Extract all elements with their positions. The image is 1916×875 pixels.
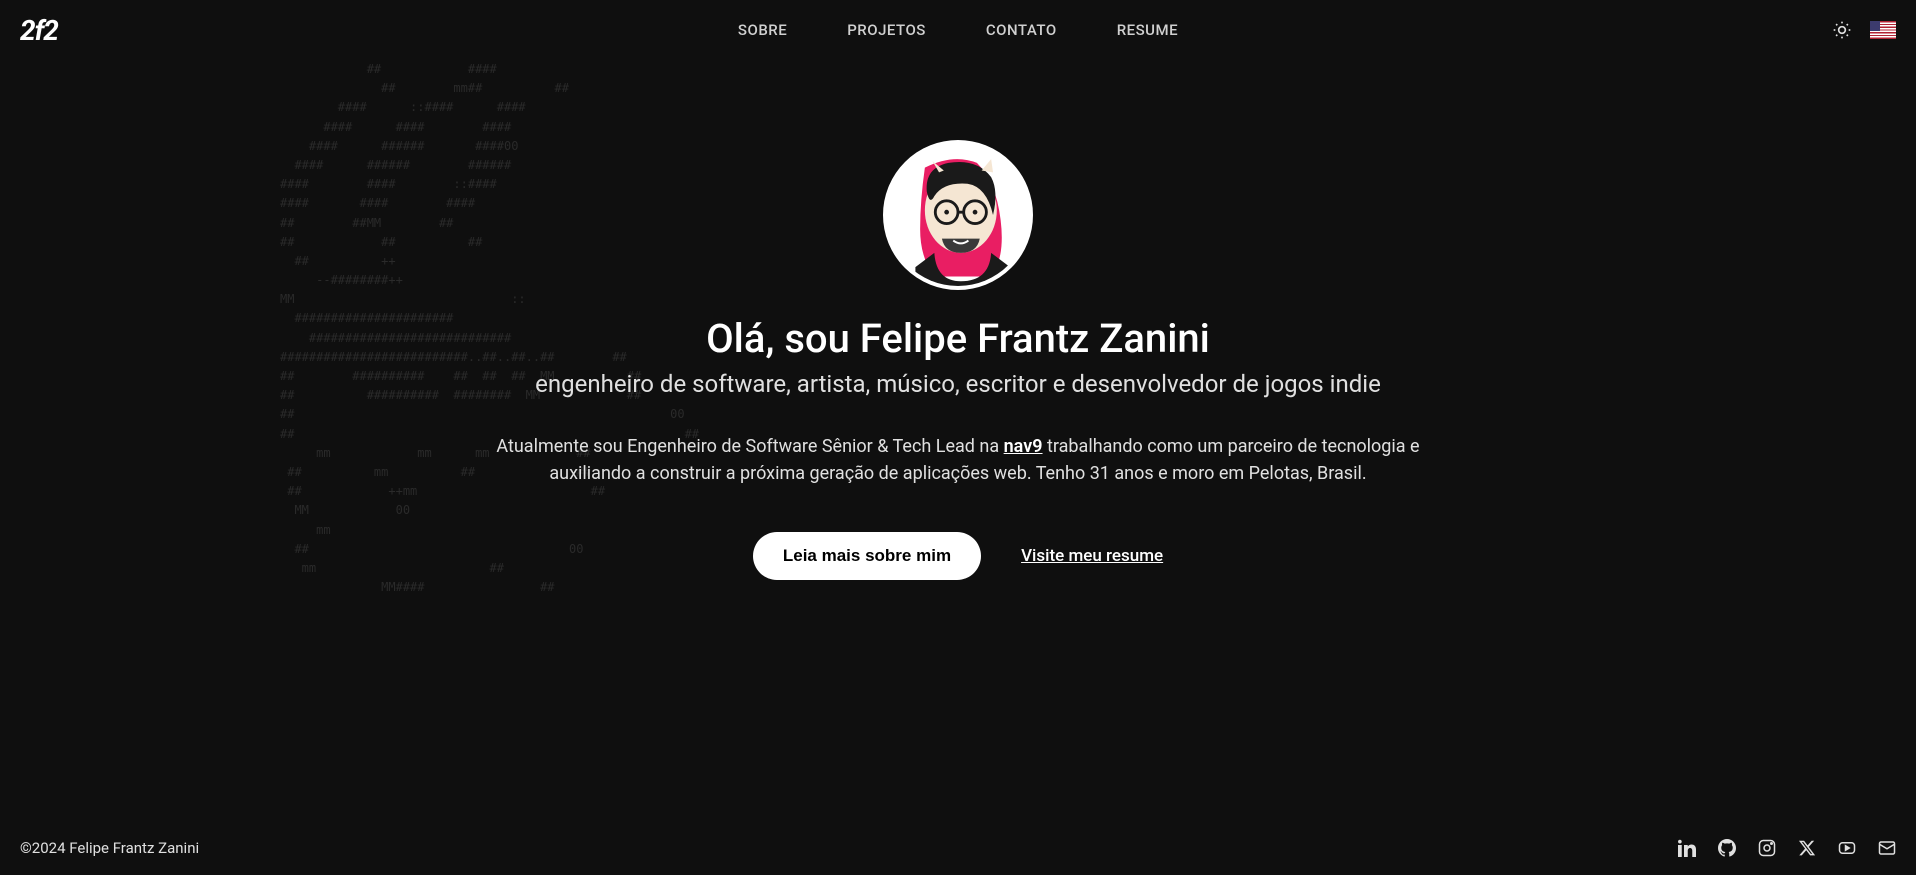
linkedin-icon xyxy=(1678,839,1696,857)
linkedin-link[interactable] xyxy=(1678,839,1696,857)
github-link[interactable] xyxy=(1718,839,1736,857)
main-nav: SOBRE PROJETOS CONTATO RESUME xyxy=(738,21,1178,39)
nav-contato[interactable]: CONTATO xyxy=(986,21,1057,39)
nav-projetos[interactable]: PROJETOS xyxy=(847,21,926,39)
copyright: ©2024 Felipe Frantz Zanini xyxy=(20,839,199,857)
page-title: Olá, sou Felipe Frantz Zanini xyxy=(458,315,1458,362)
nav-resume[interactable]: RESUME xyxy=(1117,21,1178,39)
bio-pre: Atualmente sou Engenheiro de Software Sê… xyxy=(496,436,1003,457)
x-icon xyxy=(1798,839,1816,857)
youtube-icon xyxy=(1838,839,1856,857)
email-link[interactable] xyxy=(1878,839,1896,857)
bio-text: Atualmente sou Engenheiro de Software Sê… xyxy=(488,433,1428,487)
mail-icon xyxy=(1878,839,1896,857)
footer: ©2024 Felipe Frantz Zanini xyxy=(0,821,1916,875)
instagram-link[interactable] xyxy=(1758,839,1776,857)
hero-section: Olá, sou Felipe Frantz Zanini engenheiro… xyxy=(458,140,1458,580)
language-flag-us[interactable] xyxy=(1870,21,1896,39)
sun-icon xyxy=(1832,20,1852,40)
github-icon xyxy=(1718,839,1736,857)
read-more-button[interactable]: Leia mais sobre mim xyxy=(753,532,981,580)
youtube-link[interactable] xyxy=(1838,839,1856,857)
header-right xyxy=(1832,20,1896,40)
subtitle: engenheiro de software, artista, músico,… xyxy=(458,370,1458,398)
theme-toggle[interactable] xyxy=(1832,20,1852,40)
visit-resume-link[interactable]: Visite meu resume xyxy=(1021,546,1163,566)
instagram-icon xyxy=(1758,839,1776,857)
header: 2f2 SOBRE PROJETOS CONTATO RESUME xyxy=(0,0,1916,60)
nav-sobre[interactable]: SOBRE xyxy=(738,21,787,39)
x-link[interactable] xyxy=(1798,839,1816,857)
bio-link-nav9[interactable]: nav9 xyxy=(1004,436,1043,457)
avatar xyxy=(883,140,1033,290)
avatar-image xyxy=(887,144,1029,286)
logo[interactable]: 2f2 xyxy=(20,14,58,47)
cta-row: Leia mais sobre mim Visite meu resume xyxy=(458,532,1458,580)
social-links xyxy=(1678,839,1896,857)
